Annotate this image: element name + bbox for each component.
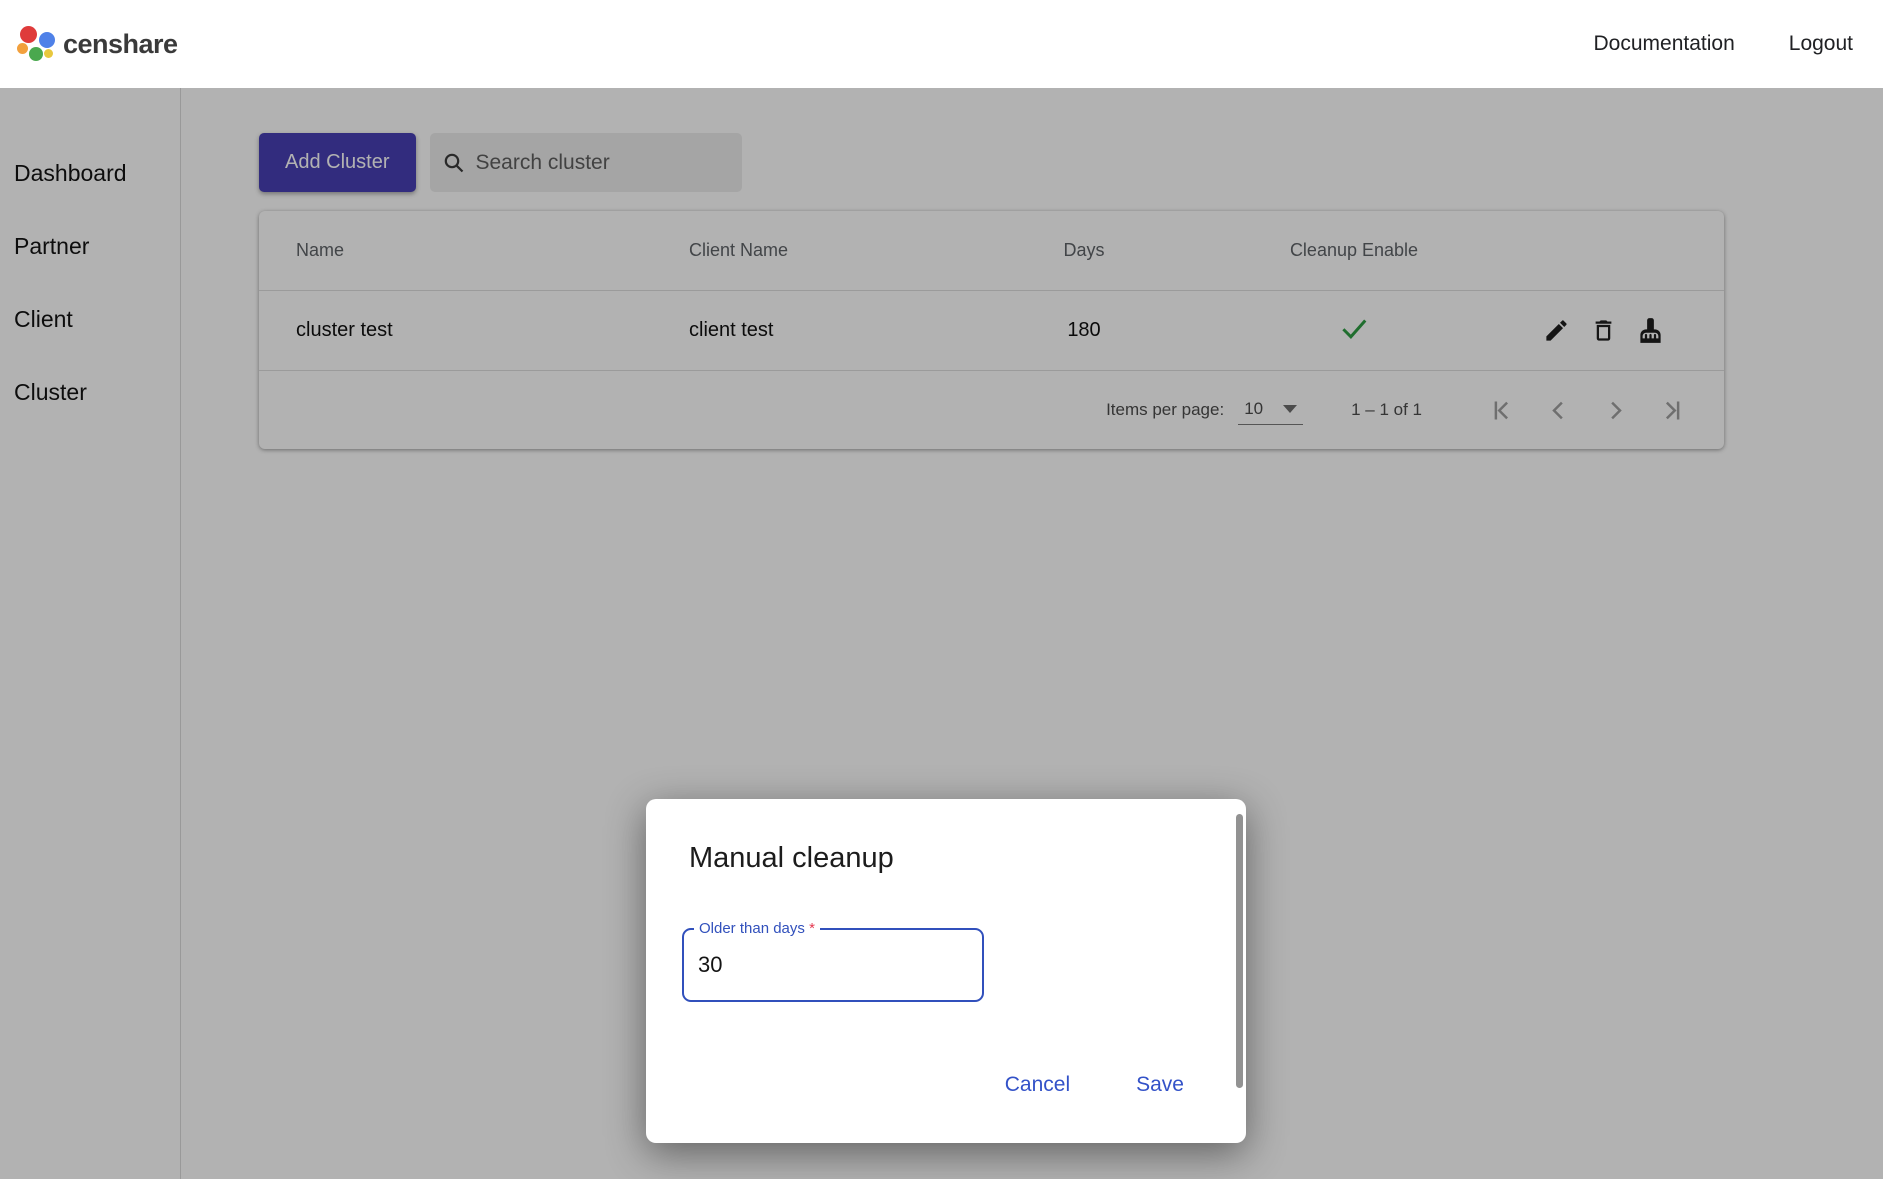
required-marker: *: [809, 920, 815, 937]
nav-logout-link[interactable]: Logout: [1789, 32, 1853, 56]
top-nav: Documentation Logout: [1594, 32, 1853, 56]
logo-dot-blue: [39, 32, 55, 48]
older-than-days-field: Older than days *: [682, 928, 984, 1002]
manual-cleanup-dialog: Manual cleanup Older than days * Cancel …: [646, 799, 1246, 1143]
older-than-days-input[interactable]: [684, 930, 982, 1000]
dialog-actions: Cancel Save: [997, 1067, 1192, 1103]
dialog-scrollbar-thumb[interactable]: [1236, 814, 1243, 1088]
logo-dot-yellow: [44, 49, 53, 58]
page: censhare Documentation Logout Dashboard …: [0, 0, 1883, 1179]
logo-dot-green: [29, 47, 43, 61]
censhare-logo-icon: [14, 21, 60, 67]
brand-name: censhare: [63, 29, 178, 60]
field-label-text: Older than days: [699, 920, 805, 937]
older-than-days-label: Older than days *: [694, 920, 820, 937]
save-button[interactable]: Save: [1128, 1067, 1192, 1103]
logo-dot-orange: [17, 43, 28, 54]
logo-dot-red: [20, 26, 37, 43]
cancel-button[interactable]: Cancel: [997, 1067, 1078, 1103]
dialog-title: Manual cleanup: [689, 841, 894, 875]
nav-documentation-link[interactable]: Documentation: [1594, 32, 1735, 56]
brand-logo[interactable]: censhare: [14, 21, 178, 67]
top-bar: censhare Documentation Logout: [0, 0, 1883, 88]
